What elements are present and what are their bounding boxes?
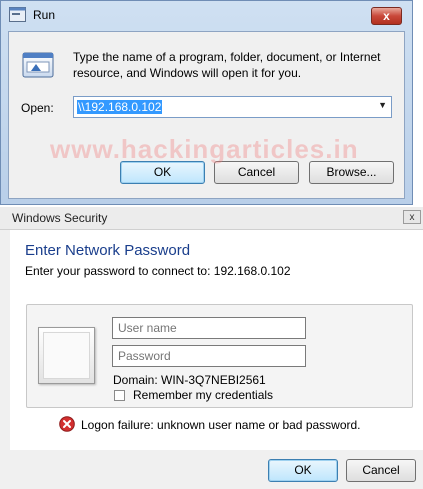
security-button-bar: OK Cancel (0, 450, 423, 489)
run-titlebar[interactable]: Run x (9, 4, 404, 28)
run-description: Type the name of a program, folder, docu… (73, 50, 381, 80)
credential-tile[interactable]: Domain: WIN-3Q7NEBI2561 Remember my cred… (26, 304, 413, 408)
close-button[interactable]: x (371, 7, 402, 25)
cancel-button-label: Cancel (237, 165, 276, 179)
security-ok-label: OK (294, 463, 312, 477)
security-cancel-button[interactable]: Cancel (346, 459, 416, 482)
error-icon (59, 416, 75, 432)
security-titlebar[interactable]: Windows Security x (0, 207, 423, 230)
open-combobox[interactable]: \\192.168.0.102 ▼ (73, 96, 392, 118)
security-cancel-label: Cancel (362, 463, 400, 477)
security-content: Enter Network Password Enter your passwo… (10, 230, 423, 450)
ok-button-label: OK (153, 165, 172, 179)
user-avatar-icon (38, 327, 95, 384)
ok-button[interactable]: OK (120, 161, 205, 184)
chevron-down-icon[interactable]: ▼ (378, 100, 387, 110)
close-icon: x (409, 212, 415, 223)
remember-label[interactable]: Remember my credentials (133, 388, 273, 402)
connect-subtitle: Enter your password to connect to: 192.1… (25, 264, 291, 278)
error-message: Logon failure: unknown user name or bad … (81, 418, 361, 432)
open-label: Open: (21, 101, 54, 115)
domain-label: Domain: WIN-3Q7NEBI2561 (113, 373, 266, 387)
open-input-value[interactable]: \\192.168.0.102 (77, 100, 163, 114)
security-close-button[interactable]: x (403, 210, 421, 224)
remember-checkbox[interactable] (114, 390, 125, 401)
cancel-button[interactable]: Cancel (214, 161, 299, 184)
page-title: Enter Network Password (25, 242, 191, 259)
run-icon (22, 52, 54, 78)
run-client-area: Type the name of a program, folder, docu… (8, 31, 405, 199)
run-app-icon (9, 7, 26, 22)
security-title: Windows Security (12, 211, 108, 225)
windows-security-dialog: Windows Security x Enter Network Passwor… (0, 207, 423, 489)
run-title: Run (33, 8, 56, 22)
browse-button[interactable]: Browse... (309, 161, 394, 184)
password-input[interactable] (112, 345, 306, 367)
browse-button-label: Browse... (326, 165, 377, 179)
security-ok-button[interactable]: OK (268, 459, 338, 482)
username-input[interactable] (112, 317, 306, 339)
close-icon: x (383, 9, 390, 23)
run-dialog: Run x Type the name of a program, folder… (0, 0, 413, 205)
